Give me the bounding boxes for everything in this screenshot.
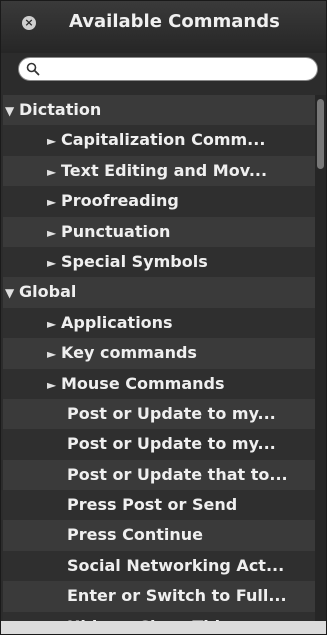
search-icon xyxy=(26,62,40,76)
list-item-key-commands[interactable]: ► Key commands xyxy=(3,338,315,369)
list-item-label: Capitalization Comm... xyxy=(61,130,266,150)
disclosure-down-icon[interactable]: ▼ xyxy=(5,96,19,125)
list-item-label: Mouse Commands xyxy=(61,373,225,393)
disclosure-right-icon[interactable]: ► xyxy=(47,157,61,186)
list-item-label: Text Editing and Mov... xyxy=(61,160,268,180)
list-item-special-symbols[interactable]: ► Special Symbols xyxy=(3,246,315,278)
list-item-punctuation[interactable]: ► Punctuation xyxy=(3,216,315,247)
list-item-label: Proofreading xyxy=(61,191,179,211)
disclosure-right-icon[interactable]: ► xyxy=(47,248,61,277)
search-input[interactable] xyxy=(45,60,314,80)
list-item-label: Applications xyxy=(61,312,173,332)
list-item-mouse-commands[interactable]: ► Mouse Commands xyxy=(3,368,315,399)
list-item-label: Key commands xyxy=(61,343,197,363)
list-item-command[interactable]: Hide or Close This or... xyxy=(3,611,315,621)
vertical-scrollbar[interactable] xyxy=(315,95,326,621)
list-item-command[interactable]: Post or Update that to... xyxy=(3,459,315,491)
list-item-command[interactable]: Enter or Switch to Full... xyxy=(3,581,315,612)
scrollbar-thumb[interactable] xyxy=(317,99,324,169)
disclosure-right-icon[interactable]: ► xyxy=(47,339,61,368)
disclosure-right-icon[interactable]: ► xyxy=(47,309,61,338)
list-item-text-editing[interactable]: ► Text Editing and Mov... xyxy=(3,155,315,187)
bottom-bar xyxy=(1,621,326,634)
disclosure-right-icon[interactable]: ► xyxy=(47,218,61,247)
window-title: Available Commands xyxy=(69,11,280,32)
search-field[interactable] xyxy=(18,57,318,81)
list-item-global[interactable]: ▼ Global xyxy=(3,277,315,308)
disclosure-right-icon[interactable]: ► xyxy=(47,187,61,216)
list-item-label: Special Symbols xyxy=(61,251,208,271)
list-item-command[interactable]: Press Continue xyxy=(3,520,315,551)
list-item-label: Dictation xyxy=(19,100,102,119)
list-item-proofreading[interactable]: ► Proofreading xyxy=(3,186,315,217)
list-item-command[interactable]: Social Networking Act... xyxy=(3,550,315,582)
close-icon[interactable]: × xyxy=(22,16,36,30)
disclosure-down-icon[interactable]: ▼ xyxy=(5,278,19,307)
list-item-command[interactable]: Press Post or Send xyxy=(3,490,315,521)
list-item-label: Global xyxy=(19,282,77,302)
disclosure-right-icon[interactable]: ► xyxy=(47,126,61,155)
available-commands-panel: × Available Commands ▼ Dictation ► Capital… xyxy=(0,0,327,635)
command-list: ▼ Dictation ► Capitalization Comm... ► Text… xyxy=(3,95,315,621)
title-bar: × Available Commands xyxy=(1,1,326,53)
list-item-dictation[interactable]: ▼ Dictation xyxy=(3,95,315,126)
disclosure-right-icon[interactable]: ► xyxy=(47,370,61,399)
list-item-capitalization[interactable]: ► Capitalization Comm... xyxy=(3,125,315,156)
list-item-command[interactable]: Post or Update to my... xyxy=(3,398,315,430)
list-item-label: Punctuation xyxy=(61,221,171,241)
list-item-command[interactable]: Post or Update to my... xyxy=(3,429,315,460)
list-item-applications[interactable]: ► Applications xyxy=(3,307,315,339)
